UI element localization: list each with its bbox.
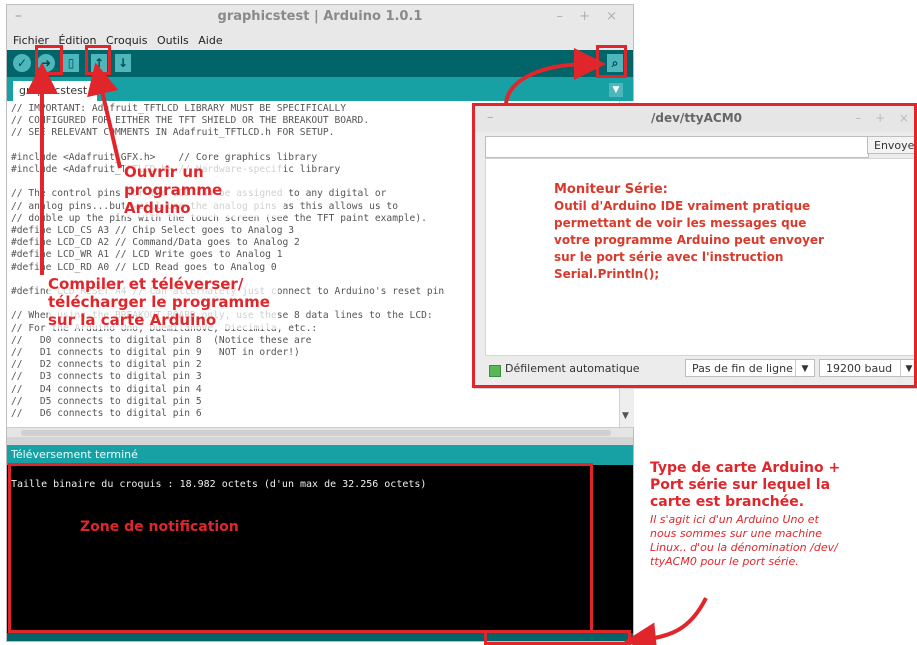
board-title-annotation: Type de carte Arduino + Port série sur l…	[650, 460, 910, 511]
board-arrow	[624, 597, 708, 645]
annotation-line: télécharger le programme	[48, 293, 270, 311]
annotation-line: votre programme Arduino peut envoyer	[554, 233, 824, 247]
annotation-line: sur la carte Arduino	[48, 311, 217, 329]
notification-zone-annotation: Zone de notification	[80, 519, 239, 535]
serial-title-annotation: Moniteur Série:	[554, 182, 668, 197]
annotation-line: nous sommes sur une machine	[650, 527, 822, 540]
annotation-line: sur le port série avec l'instruction	[554, 250, 784, 264]
serial-arrow	[504, 48, 606, 105]
annotation-line: Type de carte Arduino +	[650, 460, 841, 476]
annotation-line: permettant de voir les messages que	[554, 216, 807, 230]
annotation-line: programme Arduino	[124, 181, 223, 217]
annotation-line: Serial.Println();	[554, 267, 660, 281]
serial-desc-annotation: Outil d'Arduino IDE vraiment pratique pe…	[554, 198, 894, 283]
compile-upload-annotation: Compiler et téléverser/ télécharger le p…	[48, 275, 278, 329]
annotation-line: ttyACM0 pour le port série.	[650, 555, 799, 568]
open-program-annotation: Ouvrir un programme Arduino	[124, 163, 284, 217]
annotation-line: Port série sur lequel la	[650, 477, 831, 493]
annotation-line: Compiler et téléverser/	[48, 275, 244, 293]
annotation-line: Linux.. d'ou la dénomination /dev/	[650, 541, 838, 554]
board-desc-annotation: Il s'agit ici d'un Arduino Uno et nous s…	[650, 513, 910, 569]
annotation-line: Outil d'Arduino IDE vraiment pratique	[554, 199, 811, 213]
annotation-line: carte est branchée.	[650, 494, 805, 510]
annotation-line: Il s'agit ici d'un Arduino Uno et	[650, 513, 819, 526]
open-arrow	[87, 62, 122, 169]
annotation-line: Ouvrir un	[124, 163, 204, 181]
